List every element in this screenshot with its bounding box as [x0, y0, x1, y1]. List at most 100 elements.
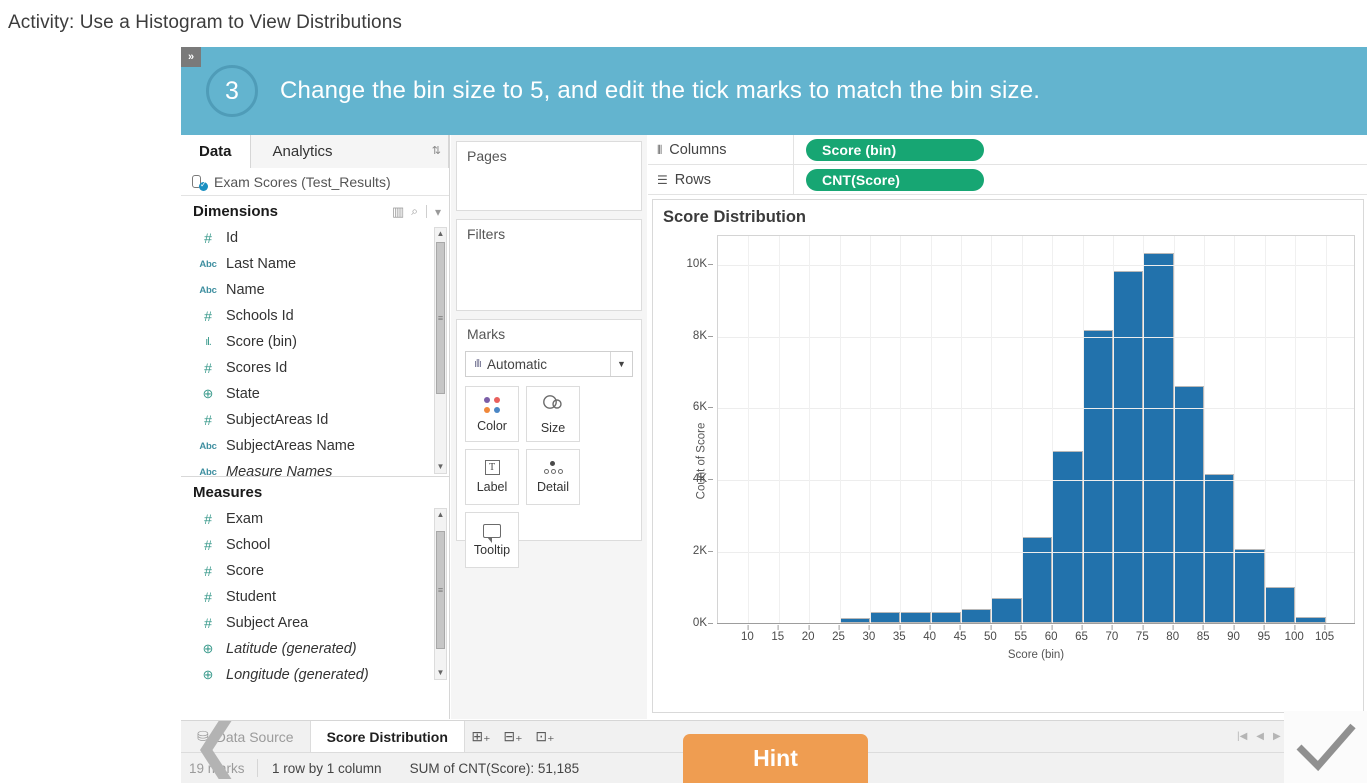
- chevron-updown-icon[interactable]: ⇅: [432, 144, 441, 157]
- dimension-schools-id[interactable]: # Schools Id: [181, 303, 449, 329]
- histogram-bar[interactable]: [1143, 252, 1174, 623]
- measure-subject-area[interactable]: # Subject Area: [181, 610, 449, 636]
- dimension-name[interactable]: Abc Name: [181, 277, 449, 303]
- dimension-subjectareas-name[interactable]: Abc SubjectAreas Name: [181, 433, 449, 459]
- x-tick-label: 50: [984, 625, 997, 643]
- marks-detail-button[interactable]: Detail: [526, 449, 580, 505]
- tab-analytics[interactable]: Analytics: [249, 135, 449, 168]
- chevron-down-icon[interactable]: ▼: [610, 352, 632, 376]
- measure-exam[interactable]: # Exam: [181, 506, 449, 532]
- bar-mark-icon: ıllı: [474, 358, 482, 370]
- dimension-scores-id[interactable]: # Scores Id: [181, 355, 449, 381]
- dimension-score-bin[interactable]: ıl. Score (bin): [181, 329, 449, 355]
- plot-canvas[interactable]: [717, 235, 1355, 623]
- histogram-bar[interactable]: [961, 608, 992, 623]
- hint-button[interactable]: Hint: [683, 734, 868, 783]
- filters-card[interactable]: Filters: [456, 219, 642, 311]
- dimension-state[interactable]: ⊕ State: [181, 381, 449, 407]
- scroll-down-icon[interactable]: ▼: [435, 461, 446, 473]
- dimension-measure-names[interactable]: Abc Measure Names: [181, 459, 449, 476]
- gridline-vertical: [748, 236, 750, 623]
- new-dashboard-icon[interactable]: ⊟₊: [497, 721, 529, 753]
- histogram-bar[interactable]: [930, 611, 962, 623]
- histogram-bar[interactable]: [1204, 473, 1235, 623]
- first-page-icon[interactable]: |◀: [1237, 731, 1247, 742]
- scroll-up-icon[interactable]: ▲: [435, 509, 446, 521]
- pill-score-bin[interactable]: Score (bin): [806, 138, 984, 161]
- dimension-id[interactable]: # Id: [181, 225, 449, 251]
- histogram-bar[interactable]: [1052, 450, 1083, 623]
- histogram-bar[interactable]: [1173, 385, 1205, 623]
- datasource-row[interactable]: Exam Scores (Test_Results): [181, 168, 449, 196]
- pill-cnt-score[interactable]: CNT(Score): [806, 168, 984, 191]
- histogram-bar[interactable]: [1112, 270, 1144, 623]
- rows-icon: ☰: [657, 173, 668, 187]
- measures-scrollbar[interactable]: ▲ ▼: [434, 508, 447, 680]
- grid-view-icon[interactable]: ▥: [392, 204, 404, 220]
- rows-shelf[interactable]: ☰ Rows CNT(Score): [648, 165, 1367, 195]
- measures-list[interactable]: # Exam # School # Score # Student # Subject Area ⊕…: [181, 506, 449, 682]
- number-field-icon: #: [204, 615, 212, 631]
- marks-label-button[interactable]: T Label: [465, 449, 519, 505]
- back-arrow-icon[interactable]: ❮: [189, 716, 243, 776]
- number-field-icon: #: [204, 360, 212, 376]
- x-tick-label: 25: [832, 625, 845, 643]
- dimensions-list[interactable]: # Id Abc Last Name Abc Name # Schools Id ıl. Scor…: [181, 225, 449, 477]
- gridline-vertical: [809, 236, 811, 623]
- scroll-up-icon[interactable]: ▲: [435, 228, 446, 240]
- columns-label: Columns: [669, 142, 727, 158]
- histogram-bar[interactable]: [991, 597, 1022, 623]
- dimension-last-name[interactable]: Abc Last Name: [181, 251, 449, 277]
- new-worksheet-icon[interactable]: ⊞₊: [465, 721, 497, 753]
- field-label: Score: [226, 563, 264, 579]
- measure-score[interactable]: # Score: [181, 558, 449, 584]
- chevron-down-icon[interactable]: ▾: [435, 205, 441, 219]
- columns-shelf[interactable]: ⦀ Columns Score (bin): [648, 135, 1367, 165]
- marks-tooltip-button[interactable]: Tooltip: [465, 512, 519, 568]
- pages-card[interactable]: Pages: [456, 141, 642, 211]
- measure-student[interactable]: # Student: [181, 584, 449, 610]
- cards-pane: Pages Filters Marks ıllı Automatic ▼ Col…: [451, 135, 647, 719]
- gridline-vertical: [1173, 236, 1175, 623]
- measure-school[interactable]: # School: [181, 532, 449, 558]
- collapse-panel-icon[interactable]: »: [181, 47, 201, 67]
- geo-field-icon: ⊕: [202, 641, 214, 656]
- histogram-bar[interactable]: [1021, 536, 1053, 623]
- marks-color-button[interactable]: Color: [465, 386, 519, 442]
- mark-type-dropdown[interactable]: ıllı Automatic ▼: [465, 351, 633, 377]
- measure-longitude-generated[interactable]: ⊕ Longitude (generated): [181, 662, 449, 682]
- dimension-subjectareas-id[interactable]: # SubjectAreas Id: [181, 407, 449, 433]
- x-tick-label: 90: [1227, 625, 1240, 643]
- marks-size-button[interactable]: Size: [526, 386, 580, 442]
- tab-score-distribution[interactable]: Score Distribution: [310, 721, 465, 752]
- datasource-name: Exam Scores (Test_Results): [214, 173, 391, 190]
- prev-page-icon[interactable]: ◀: [1256, 731, 1264, 742]
- dimensions-scrollbar[interactable]: ▲ ▼: [434, 227, 447, 474]
- scrollbar-thumb[interactable]: [436, 242, 445, 394]
- tab-data[interactable]: Data: [181, 135, 250, 168]
- histogram-bar[interactable]: [1082, 330, 1113, 623]
- measure-latitude-generated[interactable]: ⊕ Latitude (generated): [181, 636, 449, 662]
- marks-color-label: Color: [477, 418, 507, 433]
- checkmark-icon[interactable]: [1284, 711, 1367, 783]
- field-label: SubjectAreas Name: [226, 438, 355, 454]
- histogram-bar[interactable]: [900, 611, 931, 623]
- text-field-icon: Abc: [199, 440, 217, 452]
- histogram-bar[interactable]: [869, 611, 901, 623]
- new-story-icon[interactable]: ⊡₊: [529, 721, 561, 753]
- gridline-vertical: [991, 236, 993, 623]
- gridline-horizontal: [718, 264, 1354, 266]
- number-field-icon: #: [204, 563, 212, 579]
- next-page-icon[interactable]: ▶: [1273, 731, 1281, 742]
- search-icon[interactable]: ⌕: [411, 204, 418, 219]
- histogram-bar[interactable]: [1234, 549, 1265, 623]
- x-tick-label: 20: [801, 625, 815, 643]
- histogram-bar[interactable]: [1264, 587, 1296, 623]
- worksheet-view[interactable]: Score Distribution Count of Score 0K 2K 4K…: [652, 199, 1364, 713]
- field-label: Score (bin): [226, 334, 297, 350]
- x-axis-line: [717, 623, 1355, 624]
- scrollbar-thumb[interactable]: [436, 531, 445, 649]
- scroll-down-icon[interactable]: ▼: [435, 667, 446, 679]
- x-tick-label: 60: [1044, 625, 1058, 643]
- instruction-text: Change the bin size to 5, and edit the t…: [280, 77, 1041, 104]
